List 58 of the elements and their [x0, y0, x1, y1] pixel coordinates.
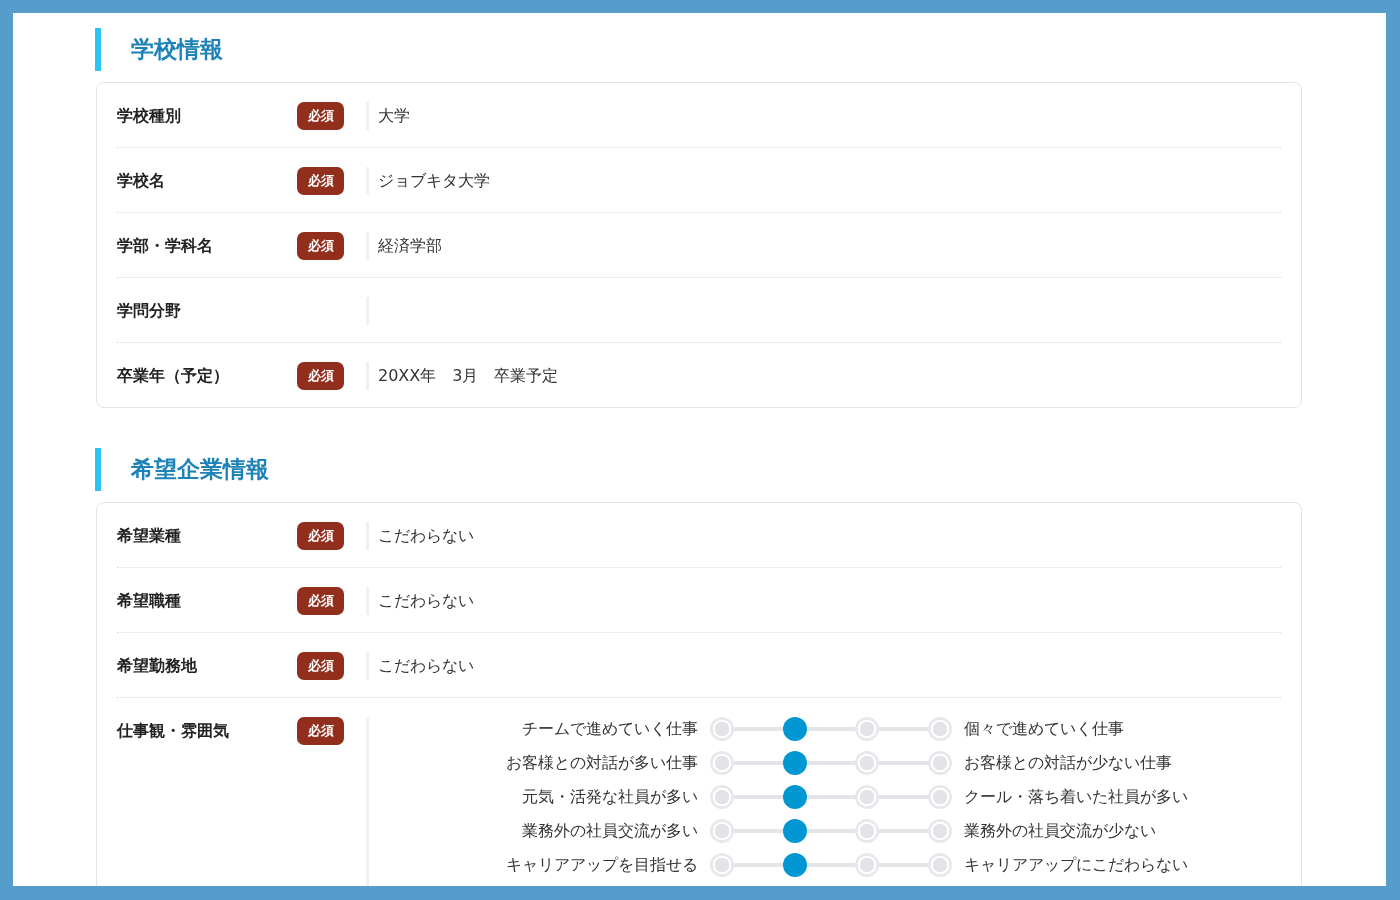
- required-badge: 必須: [297, 102, 344, 130]
- scale-right-label: クール・落ち着いた社員が多い: [964, 786, 1188, 808]
- section-title: 学校情報: [131, 35, 223, 64]
- required-badge: 必須: [297, 362, 344, 390]
- field-value: 大学: [378, 106, 410, 125]
- scale-radio[interactable]: [710, 785, 734, 809]
- scale-radio[interactable]: [855, 785, 880, 809]
- heading-accent-bar: [95, 448, 101, 491]
- scale-radio[interactable]: [927, 717, 952, 741]
- field-value: こだわらない: [378, 656, 474, 675]
- scale-right-label: お客様との対話が少ない仕事: [964, 752, 1173, 774]
- scale-left-label: 業務外の社員交流が多い: [521, 820, 698, 842]
- section-title: 希望企業情報: [131, 455, 269, 484]
- field-value: こだわらない: [378, 591, 474, 610]
- field-label: 学校種別: [117, 105, 182, 127]
- scale-radio[interactable]: [710, 853, 734, 877]
- scale-radio[interactable]: [782, 853, 807, 877]
- scale-radio[interactable]: [855, 751, 880, 775]
- scale-radio[interactable]: [782, 751, 807, 775]
- field-value: こだわらない: [378, 526, 474, 545]
- required-badge: 必須: [297, 717, 344, 745]
- field-label: 卒業年（予定）: [117, 365, 230, 387]
- field-label: 希望業種: [117, 525, 182, 547]
- heading-accent-bar: [95, 28, 101, 71]
- scale-radio[interactable]: [927, 785, 952, 809]
- required-badge: 必須: [297, 587, 344, 615]
- scale-radio[interactable]: [927, 819, 952, 843]
- scale-radio[interactable]: [855, 717, 880, 741]
- scale-right-label: キャリアアップにこだわらない: [964, 854, 1188, 876]
- scale-radio[interactable]: [710, 751, 734, 775]
- scale-radio[interactable]: [927, 751, 952, 775]
- field-label: 希望職種: [117, 590, 182, 612]
- scale-left-label: チームで進めていく仕事: [521, 718, 698, 740]
- field-value: 20XX年 3月 卒業予定: [378, 366, 559, 385]
- field-label: 希望勤務地: [117, 655, 198, 677]
- field-value: 経済学部: [378, 236, 442, 255]
- required-badge: 必須: [297, 232, 344, 260]
- scale-radio[interactable]: [855, 853, 880, 877]
- scale-left-label: キャリアアップを目指せる: [505, 854, 698, 876]
- field-label: 学問分野: [117, 300, 182, 322]
- field-label: 学校名: [117, 170, 166, 192]
- scale-radio[interactable]: [855, 819, 880, 843]
- scale-left-label: お客様との対話が多い仕事: [505, 752, 698, 774]
- scale-right-label: 個々で進めていく仕事: [964, 718, 1125, 740]
- required-badge: 必須: [297, 167, 344, 195]
- scale-left-label: 元気・活発な社員が多い: [521, 786, 698, 808]
- field-value: ジョブキタ大学: [378, 171, 490, 190]
- scale-radio[interactable]: [782, 785, 807, 809]
- scale-radio[interactable]: [782, 717, 807, 741]
- required-badge: 必須: [297, 652, 344, 680]
- scale-radio[interactable]: [710, 717, 734, 741]
- field-label: 仕事観・雰囲気: [117, 720, 230, 742]
- field-label: 学部・学科名: [117, 235, 214, 257]
- scale-radio[interactable]: [927, 853, 952, 877]
- scale-radio[interactable]: [710, 819, 734, 843]
- scale-right-label: 業務外の社員交流が少ない: [964, 820, 1157, 842]
- required-badge: 必須: [297, 522, 344, 550]
- scale-radio[interactable]: [782, 819, 807, 843]
